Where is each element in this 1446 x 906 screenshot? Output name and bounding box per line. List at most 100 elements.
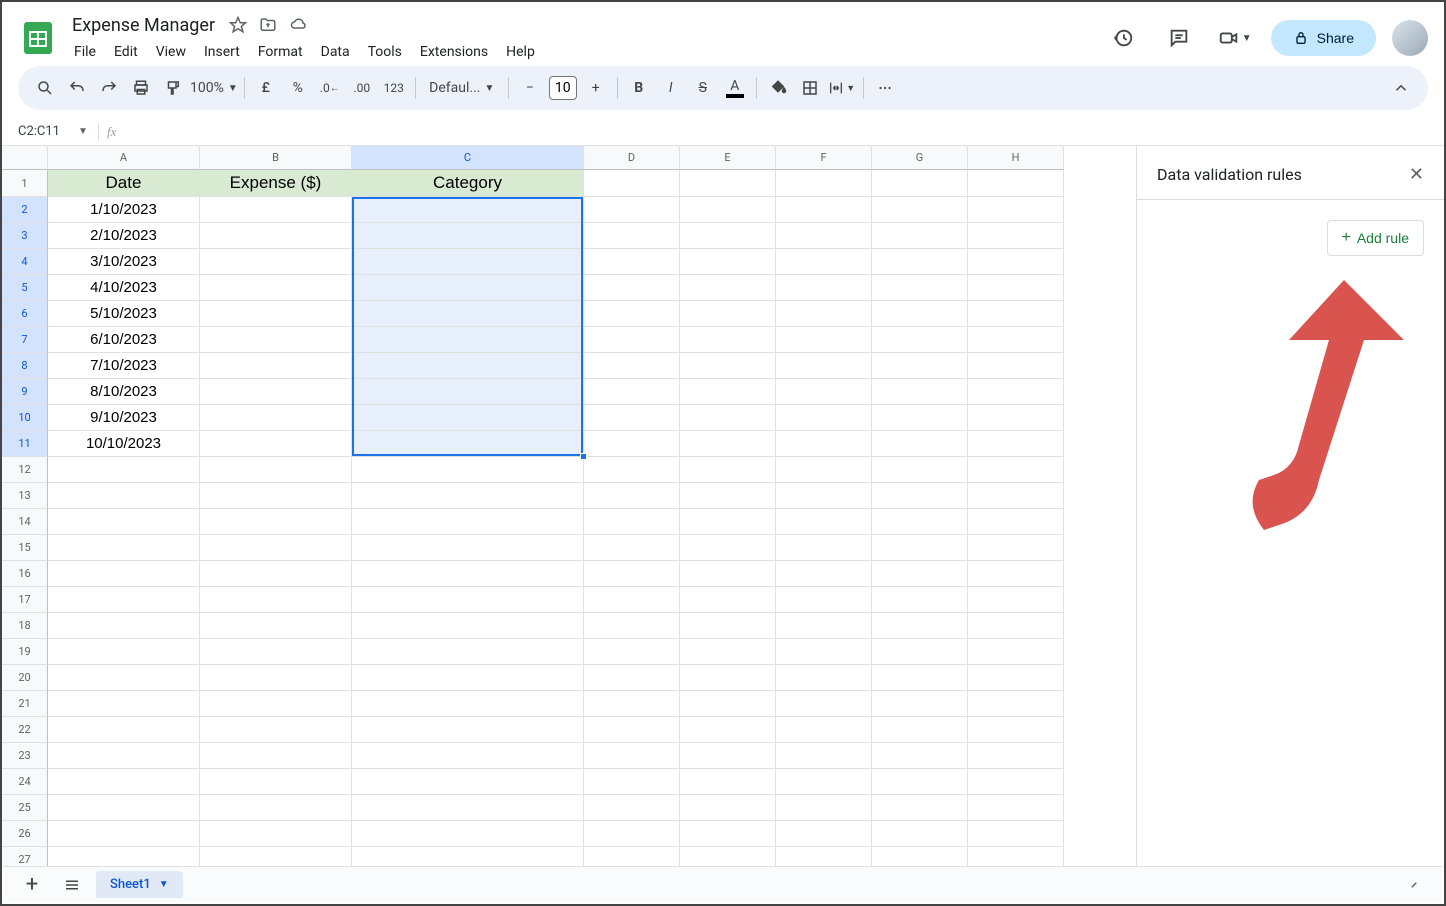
cell[interactable]: 3/10/2023: [48, 249, 200, 275]
cell[interactable]: [200, 691, 352, 717]
cell[interactable]: [968, 249, 1064, 275]
cell[interactable]: [200, 613, 352, 639]
cell[interactable]: [776, 847, 872, 868]
cell[interactable]: [584, 301, 680, 327]
row-header[interactable]: 5: [2, 275, 48, 301]
cell[interactable]: [352, 639, 584, 665]
cell[interactable]: [48, 613, 200, 639]
cloud-icon[interactable]: [289, 16, 309, 34]
namebox[interactable]: C2:C11▼: [10, 124, 90, 139]
cell[interactable]: [872, 405, 968, 431]
share-button[interactable]: Share: [1271, 20, 1376, 56]
cell[interactable]: [776, 431, 872, 457]
add-rule-button[interactable]: + Add rule: [1327, 220, 1425, 256]
cell[interactable]: [352, 483, 584, 509]
cell[interactable]: [200, 483, 352, 509]
cell[interactable]: [200, 535, 352, 561]
cell[interactable]: [48, 509, 200, 535]
cell[interactable]: [872, 769, 968, 795]
row-header[interactable]: 18: [2, 613, 48, 639]
sheet-tab[interactable]: Sheet1▼: [96, 871, 183, 898]
cell[interactable]: [352, 405, 584, 431]
cell[interactable]: [48, 795, 200, 821]
fontsize-input[interactable]: 10: [549, 76, 577, 100]
cell[interactable]: [776, 197, 872, 223]
row-header[interactable]: 9: [2, 379, 48, 405]
cell[interactable]: [48, 691, 200, 717]
cell[interactable]: [200, 795, 352, 821]
cell[interactable]: [584, 535, 680, 561]
cell[interactable]: [680, 613, 776, 639]
redo-icon[interactable]: [94, 73, 124, 103]
cell[interactable]: [584, 431, 680, 457]
row-header[interactable]: 13: [2, 483, 48, 509]
cell[interactable]: [968, 691, 1064, 717]
cell[interactable]: [584, 691, 680, 717]
cell[interactable]: [968, 353, 1064, 379]
cell[interactable]: [200, 847, 352, 868]
print-icon[interactable]: [126, 73, 156, 103]
row-header[interactable]: 26: [2, 821, 48, 847]
row-header[interactable]: 10: [2, 405, 48, 431]
cell[interactable]: [352, 197, 584, 223]
row-header[interactable]: 20: [2, 665, 48, 691]
cell[interactable]: [200, 587, 352, 613]
cell[interactable]: 2/10/2023: [48, 223, 200, 249]
cell[interactable]: [872, 301, 968, 327]
cell[interactable]: [968, 743, 1064, 769]
cell[interactable]: [968, 405, 1064, 431]
row-header[interactable]: 15: [2, 535, 48, 561]
cell[interactable]: 10/10/2023: [48, 431, 200, 457]
paint-format-icon[interactable]: [158, 73, 188, 103]
menu-format[interactable]: Format: [250, 40, 311, 64]
cell[interactable]: [776, 665, 872, 691]
row-header[interactable]: 21: [2, 691, 48, 717]
row-header[interactable]: 7: [2, 327, 48, 353]
row-header[interactable]: 24: [2, 769, 48, 795]
cell[interactable]: [776, 483, 872, 509]
cell[interactable]: 1/10/2023: [48, 197, 200, 223]
borders-icon[interactable]: [795, 73, 825, 103]
cell[interactable]: [776, 821, 872, 847]
star-icon[interactable]: [229, 16, 247, 34]
explore-button[interactable]: [1398, 869, 1430, 901]
cell[interactable]: [48, 483, 200, 509]
cell[interactable]: [200, 197, 352, 223]
cell[interactable]: [872, 223, 968, 249]
cell[interactable]: [584, 613, 680, 639]
cell[interactable]: [352, 613, 584, 639]
row-header[interactable]: 1: [2, 170, 48, 197]
row-header[interactable]: 3: [2, 223, 48, 249]
cell[interactable]: [680, 275, 776, 301]
cell[interactable]: [776, 509, 872, 535]
row-header[interactable]: 12: [2, 457, 48, 483]
cell[interactable]: [680, 587, 776, 613]
cell[interactable]: [200, 457, 352, 483]
cell[interactable]: [872, 170, 968, 197]
cell[interactable]: [680, 769, 776, 795]
more-icon[interactable]: [870, 73, 900, 103]
currency-icon[interactable]: £: [251, 73, 281, 103]
cell[interactable]: [968, 509, 1064, 535]
cell[interactable]: [584, 769, 680, 795]
menu-insert[interactable]: Insert: [196, 40, 248, 64]
cell[interactable]: [584, 457, 680, 483]
cell[interactable]: [872, 639, 968, 665]
row-header[interactable]: 27: [2, 847, 48, 868]
cell[interactable]: [968, 379, 1064, 405]
cell[interactable]: [968, 275, 1064, 301]
cell[interactable]: 9/10/2023: [48, 405, 200, 431]
cell[interactable]: [872, 821, 968, 847]
cell[interactable]: [968, 535, 1064, 561]
cell[interactable]: [968, 197, 1064, 223]
cell[interactable]: [200, 223, 352, 249]
spreadsheet-grid[interactable]: ABCDEFGH 1DateExpense ($)Category21/10/2…: [2, 146, 1136, 868]
cell[interactable]: [968, 561, 1064, 587]
cell[interactable]: [352, 509, 584, 535]
cell[interactable]: [680, 847, 776, 868]
cell[interactable]: [200, 405, 352, 431]
cell[interactable]: [352, 847, 584, 868]
col-header-A[interactable]: A: [48, 146, 200, 170]
cell[interactable]: [200, 301, 352, 327]
cell[interactable]: 6/10/2023: [48, 327, 200, 353]
